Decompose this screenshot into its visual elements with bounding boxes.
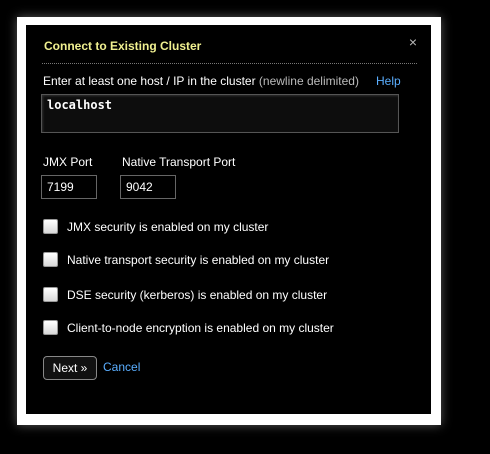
jmx-port-label: JMX Port [43,155,93,169]
dse-security-row[interactable]: DSE security (kerberos) is enabled on my… [43,287,327,302]
title-divider [42,63,417,64]
help-link[interactable]: Help [376,74,401,88]
jmx-port-input[interactable]: 7199 [41,175,97,199]
dse-security-checkbox[interactable] [43,287,58,302]
native-port-label: Native Transport Port [122,155,236,169]
dse-security-label: DSE security (kerberos) is enabled on my… [67,287,328,302]
hosts-label-text: Enter at least one host / IP in the clus… [43,74,256,88]
native-security-row[interactable]: Native transport security is enabled on … [43,252,329,267]
jmx-security-label: JMX security is enabled on my cluster [67,219,269,234]
connect-cluster-dialog: Connect to Existing Cluster × Enter at l… [26,25,431,414]
native-security-checkbox[interactable] [43,252,58,267]
client-encryption-checkbox[interactable] [43,320,58,335]
hosts-hint: (newline delimited) [258,74,359,88]
hosts-textarea[interactable]: localhost [41,94,399,133]
native-port-input[interactable]: 9042 [120,175,176,199]
close-icon[interactable]: × [409,35,417,49]
jmx-security-row[interactable]: JMX security is enabled on my cluster [43,219,268,234]
client-encryption-label: Client-to-node encryption is enabled on … [67,320,334,335]
hosts-label: Enter at least one host / IP in the clus… [43,74,359,88]
jmx-security-checkbox[interactable] [43,219,58,234]
dialog-title: Connect to Existing Cluster [44,39,202,53]
client-encryption-row[interactable]: Client-to-node encryption is enabled on … [43,320,334,335]
native-security-label: Native transport security is enabled on … [67,252,330,267]
next-button[interactable]: Next » [43,356,97,380]
cancel-link[interactable]: Cancel [103,360,140,374]
